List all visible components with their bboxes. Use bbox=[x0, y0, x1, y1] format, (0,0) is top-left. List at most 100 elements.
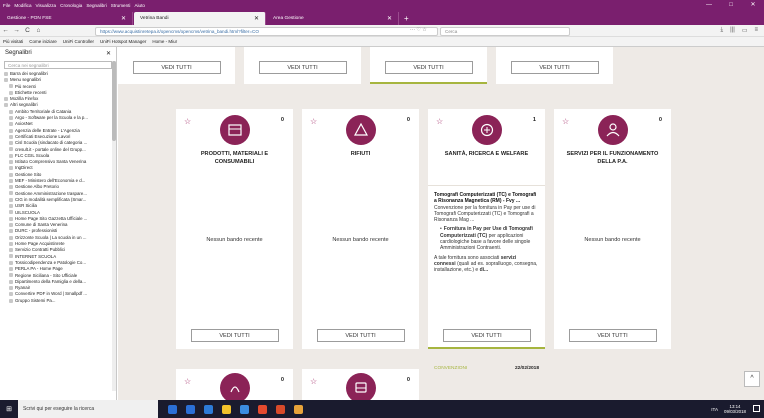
home-icon[interactable]: ⌂ bbox=[33, 27, 44, 34]
bando-footer: CONVENZIONI 22/02/2018 bbox=[434, 366, 539, 371]
vedi-tutti-button[interactable]: VEDI TUTTI bbox=[190, 329, 279, 342]
bookmark-piu-visitati[interactable]: Più visitati bbox=[3, 39, 23, 44]
scroll-to-top-button[interactable]: ^ bbox=[744, 371, 760, 387]
menu-strumenti[interactable]: Strumenti bbox=[111, 3, 131, 8]
download-icon[interactable]: ⤓ bbox=[720, 27, 723, 34]
tab-gestione-pon[interactable]: Gestione - PON FSE ✕ bbox=[1, 12, 133, 25]
close-window-icon[interactable]: ✕ bbox=[742, 0, 764, 10]
sidebar-scroll-thumb[interactable] bbox=[112, 61, 116, 141]
bookmark-label: Altri segnalibri bbox=[10, 102, 38, 108]
sidebar-toggle-icon[interactable]: ▭ bbox=[742, 27, 748, 34]
search-input[interactable]: Cerca bbox=[440, 26, 570, 36]
bookmark-favicon-icon bbox=[9, 166, 13, 171]
firefox-icon[interactable] bbox=[258, 404, 267, 414]
bando-count: 0 bbox=[280, 377, 284, 383]
maximize-icon[interactable]: □ bbox=[720, 0, 742, 10]
ie-icon[interactable] bbox=[186, 404, 195, 414]
bookmark-label: Gestione Amministrazione traspare... bbox=[15, 190, 87, 196]
tab-area-gestione[interactable]: Area Gestione ✕ bbox=[267, 12, 399, 25]
card-top-3: VEDI TUTTI bbox=[370, 47, 487, 84]
file-explorer-icon[interactable] bbox=[222, 404, 231, 414]
page-actions-icon[interactable]: ··· ♡ ☆ bbox=[410, 27, 427, 33]
bookmark-label: Orizzonte Scuola | La scuola in un ... bbox=[15, 234, 87, 240]
bookmark-label: AxiosNet bbox=[15, 121, 33, 127]
para-a: A tale fornitura sono associati bbox=[434, 254, 501, 261]
favorite-star-icon[interactable]: ☆ bbox=[184, 117, 191, 126]
favorite-star-icon[interactable]: ☆ bbox=[436, 117, 443, 126]
bookmark-come-iniziare[interactable]: Come iniziare bbox=[29, 39, 57, 44]
menu-aiuto[interactable]: Aiuto bbox=[134, 3, 144, 8]
mail-icon[interactable] bbox=[240, 404, 249, 414]
bookmark-label: INTERNET SCUOLA bbox=[15, 253, 57, 259]
menu-file[interactable]: File bbox=[3, 3, 10, 8]
tab-close-icon[interactable]: ✕ bbox=[387, 15, 392, 22]
menu-modifica[interactable]: Modifica bbox=[14, 3, 31, 8]
app-icon[interactable] bbox=[294, 404, 303, 414]
new-tab-icon[interactable]: + bbox=[404, 12, 409, 25]
store-icon[interactable] bbox=[204, 404, 213, 414]
bookmark-label: Ryanair bbox=[15, 285, 31, 291]
bookmark-label: USR Sicilia bbox=[15, 203, 37, 209]
bookmark-favicon-icon bbox=[9, 115, 13, 120]
minimize-icon[interactable]: — bbox=[698, 0, 720, 10]
bookmark-label: CIG in modalità semplificata (Smar... bbox=[15, 196, 87, 202]
para-end: di... bbox=[479, 267, 489, 274]
bookmark-label: Convertire PDF in Word | Smallpdf ... bbox=[15, 291, 88, 297]
clock[interactable]: 13:14 09/03/2018 bbox=[724, 404, 746, 415]
bookmark-favicon-icon bbox=[9, 191, 13, 196]
tab-close-icon[interactable]: ✕ bbox=[121, 15, 126, 22]
vedi-tutti-button[interactable]: VEDI TUTTI bbox=[510, 61, 599, 74]
hamburger-menu-icon[interactable]: ≡ bbox=[754, 27, 758, 34]
notification-icon[interactable] bbox=[753, 405, 760, 412]
menu-cronologia[interactable]: Cronologia bbox=[60, 3, 82, 8]
bando-date: 22/02/2018 bbox=[514, 366, 539, 371]
bando-category: CONVENZIONI bbox=[434, 366, 468, 371]
bus-icon bbox=[345, 373, 376, 400]
bookmark-label: Agenzia delle Entrate - L'Agenzia bbox=[15, 127, 80, 133]
vedi-tutti-button[interactable]: VEDI TUTTI bbox=[316, 329, 405, 342]
bookmark-unifi-hotspot[interactable]: UniFi Hotspot Manager bbox=[100, 39, 146, 44]
url-bar[interactable]: https://www.acquistinretepa.it/opencms/o… bbox=[95, 26, 438, 36]
favorite-star-icon[interactable]: ☆ bbox=[310, 117, 317, 126]
library-icon[interactable]: ||| bbox=[730, 27, 735, 34]
language-indicator[interactable]: ITA bbox=[711, 407, 718, 412]
card-divider bbox=[428, 185, 545, 186]
taskbar-search[interactable]: Scrivi qui per eseguire la ricerca bbox=[18, 400, 158, 418]
bookmark-favicon-icon bbox=[9, 285, 13, 290]
favorite-star-icon[interactable]: ☆ bbox=[184, 377, 191, 386]
favorite-star-icon[interactable]: ☆ bbox=[310, 377, 317, 386]
url-text: https://www.acquistinretepa.it/opencms/o… bbox=[100, 28, 259, 34]
sidebar-close-icon[interactable]: ✕ bbox=[106, 50, 111, 57]
empty-message: Nessun bando recente bbox=[332, 237, 389, 243]
menu-segnalibri[interactable]: Segnalibri bbox=[86, 3, 106, 8]
bookmark-label: Servizio Contratti Pubblici bbox=[15, 247, 66, 253]
forward-icon[interactable]: → bbox=[11, 27, 22, 34]
windows-start-icon[interactable]: ⊞ bbox=[0, 405, 18, 413]
office-icon[interactable] bbox=[276, 404, 285, 414]
tab-bar: Gestione - PON FSE ✕ Vetrina Bandi ✕ Area … bbox=[0, 10, 764, 25]
reload-icon[interactable]: C bbox=[22, 27, 33, 34]
bookmark-favicon-icon bbox=[9, 292, 13, 297]
sidebar-search-input[interactable]: Cerca nei segnalibri bbox=[4, 61, 112, 69]
edge-icon[interactable] bbox=[168, 404, 177, 414]
vedi-tutti-button[interactable]: VEDI TUTTI bbox=[132, 61, 221, 74]
bando-preview[interactable]: Tomografi Computerizzati (TC) e Tomograf… bbox=[434, 192, 539, 274]
favorite-star-icon[interactable]: ☆ bbox=[562, 117, 569, 126]
vedi-tutti-button[interactable]: VEDI TUTTI bbox=[258, 61, 347, 74]
vedi-tutti-button[interactable]: VEDI TUTTI bbox=[568, 329, 657, 342]
sidebar-title[interactable]: Segnalibri bbox=[5, 50, 32, 56]
menu-visualizza[interactable]: Visualizza bbox=[36, 3, 57, 8]
vedi-tutti-button[interactable]: VEDI TUTTI bbox=[442, 329, 531, 342]
bando-title[interactable]: Tomografi Computerizzati (TC) e Tomograf… bbox=[434, 192, 539, 205]
bookmark-unifi-controller[interactable]: UniFi Controller bbox=[63, 39, 94, 44]
tab-close-icon[interactable]: ✕ bbox=[254, 15, 259, 22]
category-title: RIFIUTI bbox=[350, 151, 371, 157]
tab-vetrina-bandi[interactable]: Vetrina Bandi ✕ bbox=[134, 12, 266, 25]
bookmark-home-miur[interactable]: Home - Miur bbox=[152, 39, 177, 44]
vedi-tutti-button[interactable]: VEDI TUTTI bbox=[384, 61, 473, 74]
bookmark-item[interactable]: Gruppo Sistemi Pa... bbox=[0, 298, 116, 304]
bookmark-favicon-icon bbox=[4, 103, 8, 108]
back-icon[interactable]: ← bbox=[0, 27, 11, 34]
bookmark-label: Gestione Sito bbox=[15, 171, 42, 177]
bookmark-label: Tossicodipendenza e Patologie Co... bbox=[15, 259, 87, 265]
